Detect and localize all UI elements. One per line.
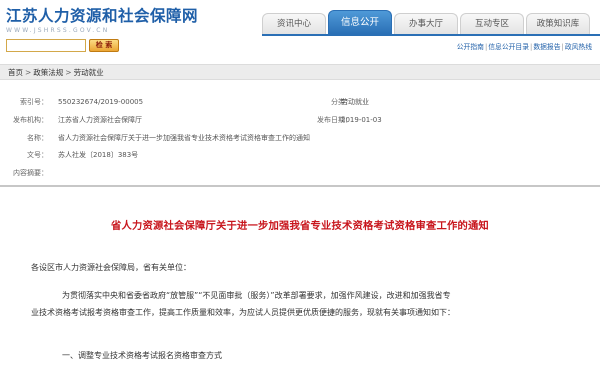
meta-row-index: 索引号： 550232674/2019-00005 分类： 劳动就业 bbox=[0, 96, 600, 108]
date-value: 2019-01-03 bbox=[341, 116, 382, 124]
breadcrumb-policy[interactable]: 政策法规 bbox=[33, 68, 63, 77]
index-label: 索引号： bbox=[20, 98, 48, 106]
tab-news-center[interactable]: 资讯中心 bbox=[262, 13, 326, 34]
tab-policy-knowledge-base[interactable]: 政策知识库 bbox=[526, 13, 590, 34]
tab-service-hall[interactable]: 办事大厅 bbox=[394, 13, 458, 34]
article-body: 省人力资源社会保障厅关于进一步加强我省专业技术资格考试资格审查工作的通知 各设区… bbox=[0, 187, 600, 376]
meta-row-publisher: 发布机构： 江苏省人力资源社会保障厅 发布日期： 2019-01-03 bbox=[0, 114, 600, 126]
breadcrumb-employment[interactable]: 劳动就业 bbox=[74, 68, 104, 77]
publisher-label: 发布机构： bbox=[13, 116, 48, 124]
sublink-disclosure-guide[interactable]: 公开指南 bbox=[457, 43, 484, 51]
meta-row-name: 名称： 省人力资源社会保障厅关于进一步加强我省专业技术资格考试资格审查工作的通知 bbox=[0, 132, 600, 144]
site-logo[interactable]: 江苏人力资源和社会保障网 WWW.JSHRSS.GOV.CN bbox=[6, 4, 198, 34]
breadcrumb: 首页 > 政策法规 > 劳动就业 bbox=[0, 64, 600, 80]
sub-nav: 公开指南|信息公开目录|数据报告|政风热线 bbox=[456, 43, 592, 51]
category-value: 劳动就业 bbox=[341, 98, 369, 106]
sublink-hotline[interactable]: 政风热线 bbox=[565, 43, 592, 51]
name-value: 省人力资源社会保障厅关于进一步加强我省专业技术资格考试资格审查工作的通知 bbox=[58, 134, 310, 142]
search-input[interactable] bbox=[6, 38, 86, 52]
document-meta: 索引号： 550232674/2019-00005 分类： 劳动就业 发布机构：… bbox=[0, 92, 600, 179]
meta-row-summary: 内容摘要： bbox=[0, 167, 600, 179]
docno-label: 文号： bbox=[27, 151, 48, 159]
main-nav: 资讯中心 信息公开 办事大厅 互动专区 政策知识库 bbox=[262, 10, 592, 34]
tab-interaction-zone[interactable]: 互动专区 bbox=[460, 13, 524, 34]
search-button[interactable]: 检 索 bbox=[89, 38, 119, 52]
salutation: 各设区市人力资源社会保障局，省有关单位： bbox=[31, 263, 191, 272]
tab-information-disclosure[interactable]: 信息公开 bbox=[328, 10, 392, 34]
nav-underline bbox=[262, 34, 600, 36]
paragraph-1-line-1: 为贯彻落实中央和省委省政府“放管服”“不见面审批（服务）”改革部署要求，加强作风… bbox=[62, 291, 451, 300]
name-label: 名称： bbox=[27, 134, 48, 142]
sublink-data-report[interactable]: 数据报告 bbox=[533, 43, 560, 51]
meta-row-docno: 文号： 苏人社发〔2018〕383号 bbox=[0, 149, 600, 161]
article-title: 省人力资源社会保障厅关于进一步加强我省专业技术资格考试资格审查工作的通知 bbox=[111, 220, 489, 232]
site-header: 江苏人力资源和社会保障网 WWW.JSHRSS.GOV.CN 检 索 资讯中心 … bbox=[0, 0, 600, 60]
paragraph-1-line-2: 业技术资格考试报考资格审查工作，提高工作质量和效率，为应试人员提供更优质便捷的服… bbox=[31, 308, 455, 317]
docno-value: 苏人社发〔2018〕383号 bbox=[58, 151, 139, 159]
sublink-disclosure-catalog[interactable]: 信息公开目录 bbox=[488, 43, 529, 51]
index-value: 550232674/2019-00005 bbox=[58, 98, 144, 106]
site-title[interactable]: 江苏人力资源和社会保障网 bbox=[6, 4, 198, 26]
breadcrumb-home[interactable]: 首页 bbox=[8, 68, 23, 77]
site-url: WWW.JSHRSS.GOV.CN bbox=[6, 27, 110, 34]
section-heading-1: 一、调整专业技术资格考试报名资格审查方式 bbox=[62, 351, 222, 360]
summary-label: 内容摘要： bbox=[13, 169, 48, 177]
publisher-value: 江苏省人力资源社会保障厅 bbox=[58, 116, 142, 124]
search-bar: 检 索 bbox=[6, 38, 119, 52]
